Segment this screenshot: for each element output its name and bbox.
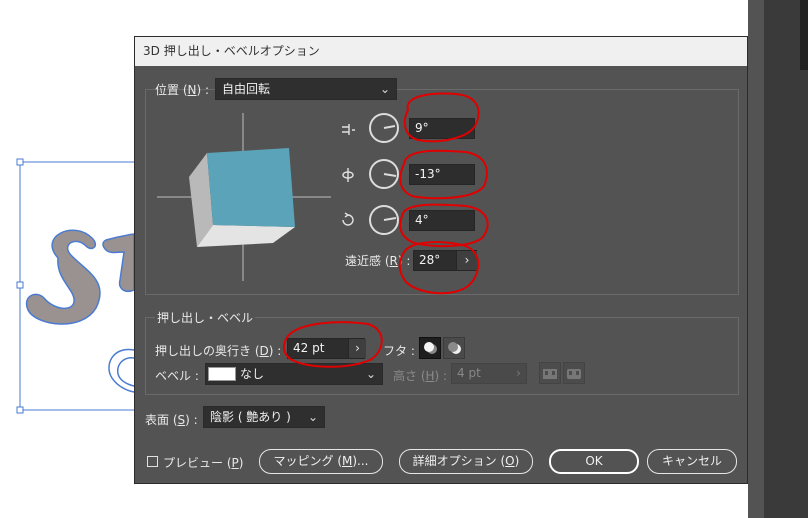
- dialog-title[interactable]: 3D 押し出し・ベベルオプション: [135, 37, 747, 66]
- y-rotation-input[interactable]: -13°: [409, 164, 475, 185]
- selection-handle: [16, 406, 24, 414]
- cap-off-button[interactable]: [443, 337, 465, 359]
- bevel-preview-swatch: [208, 367, 236, 381]
- surface-label: 表面 (S) :: [145, 413, 198, 427]
- position-select[interactable]: 自由回転 ⌄: [215, 78, 397, 100]
- selection-handle: [16, 158, 24, 166]
- z-rotation-input[interactable]: 4°: [409, 210, 475, 231]
- app-panel-edge: [748, 0, 764, 518]
- letter-swirl-shape: [116, 357, 135, 387]
- more-options-button[interactable]: 詳細オプション (O): [399, 449, 533, 474]
- preview-checkbox[interactable]: [147, 456, 158, 467]
- cancel-button[interactable]: キャンセル: [647, 449, 737, 474]
- bevel-in-icon: [567, 369, 581, 379]
- rotation-track-cube[interactable]: [155, 113, 333, 285]
- cap-on-button[interactable]: [419, 337, 441, 359]
- letter-t-shape: [102, 233, 135, 292]
- mapping-button[interactable]: マッピング (M)...: [259, 449, 383, 474]
- x-rotation-input[interactable]: 9°: [409, 118, 475, 139]
- chevron-down-icon: ⌄: [365, 367, 376, 381]
- dial-needle: [383, 173, 397, 177]
- cap-on-icon: [424, 342, 437, 354]
- position-label: 位置 (N) :: [155, 83, 210, 97]
- letter-s-shape: [25, 229, 101, 325]
- dial-needle: [383, 125, 396, 129]
- extrude-depth-label: 押し出しの奥行き (D) :: [155, 344, 282, 358]
- cube-bottom: [197, 225, 295, 247]
- extrude-bevel-group-label: 押し出し・ベベル: [155, 309, 256, 326]
- chevron-down-icon: ⌄: [379, 82, 390, 96]
- perspective-arrow-button[interactable]: ›: [456, 251, 477, 270]
- app-panel: [764, 0, 808, 518]
- app-panel-tab: [800, 0, 808, 70]
- extrude-depth-arrow-button[interactable]: ›: [348, 339, 366, 358]
- rotate-x-icon: [342, 124, 355, 135]
- bevel-height-label: 高さ (H) :: [393, 369, 448, 383]
- rotate-y-icon: [342, 168, 354, 182]
- rotate-z-icon: [342, 212, 354, 226]
- surface-select[interactable]: 陰影 ( 艶あり ) ⌄: [203, 406, 325, 428]
- ok-button[interactable]: OK: [549, 449, 639, 474]
- bevel-height-arrow-button[interactable]: ›: [511, 364, 526, 383]
- bevel-in-button[interactable]: [563, 362, 585, 384]
- chevron-down-icon: ⌄: [307, 410, 318, 424]
- bevel-select[interactable]: なし ⌄: [205, 363, 383, 385]
- preview-label[interactable]: プレビュー (P): [163, 454, 243, 471]
- artwork-preview[interactable]: [0, 140, 140, 430]
- selection-handle: [16, 281, 24, 289]
- bevel-label: ベベル :: [155, 369, 199, 383]
- bevel-out-button[interactable]: [539, 362, 561, 384]
- cap-label: フタ :: [383, 344, 415, 358]
- cube-front: [207, 148, 295, 227]
- bevel-out-icon: [543, 369, 557, 379]
- cap-off-icon: [448, 342, 461, 354]
- dial-needle: [383, 217, 397, 221]
- extrude-bevel-dialog: 3D 押し出し・ベベルオプション 位置 (N) : 自由回転 ⌄ 9° -13°…: [134, 36, 748, 484]
- perspective-label: 遠近感 (R) :: [345, 254, 411, 268]
